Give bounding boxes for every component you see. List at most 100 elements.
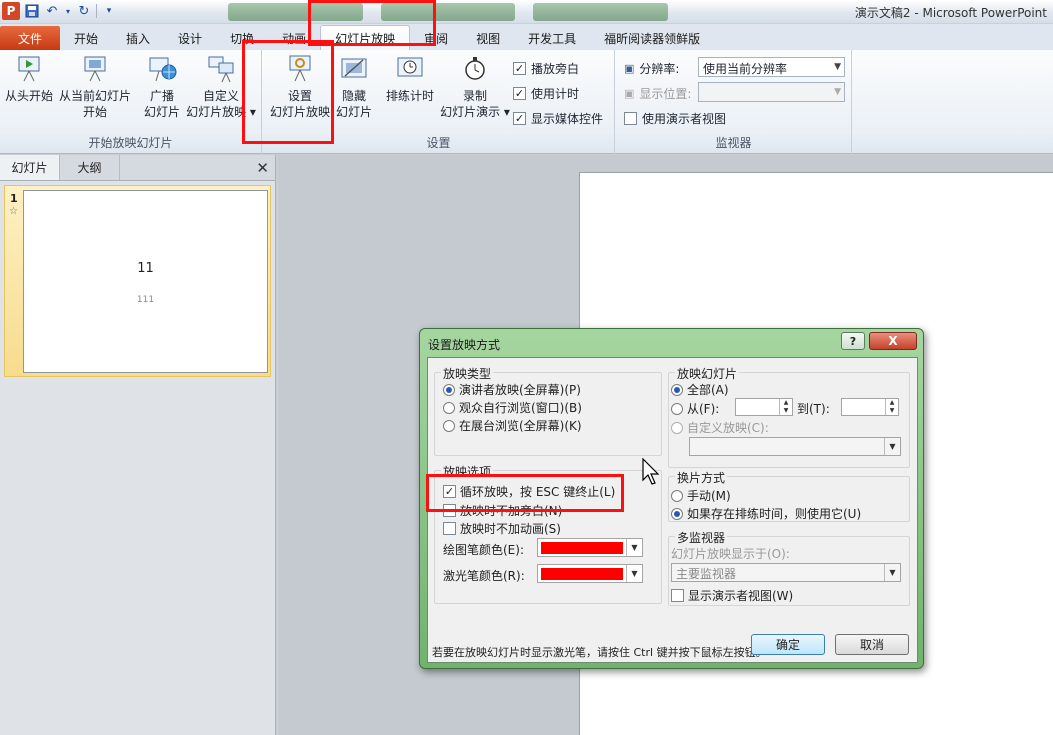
presenter-radio[interactable] — [443, 383, 455, 396]
laser-color-label: 激光笔颜色(R): — [443, 569, 525, 583]
group-monitors-label: 监视器 — [715, 136, 752, 150]
advance-slides-title: 换片方式 — [675, 469, 728, 486]
tab-insert[interactable]: 插入 — [112, 26, 164, 50]
advance-slides-group: 换片方式 手动(M) 如果存在排练时间，则使用它(U) — [668, 469, 910, 522]
slide-thumbnail-selected[interactable]: 1 ☆ 11 111 — [4, 185, 271, 377]
hide-slide-button[interactable]: 隐藏 幻灯片 — [333, 54, 375, 120]
kiosk-radio[interactable] — [443, 419, 455, 432]
presenter-option[interactable]: 演讲者放映(全屏幕)(P) — [443, 381, 581, 398]
no-animation-option[interactable]: 放映时不加动画(S) — [443, 520, 561, 537]
ribbon: 从头开始 从当前幻灯片 开始 广播 幻灯片 自定义 幻灯片放映 ▾ 开始放映幻灯… — [0, 50, 1053, 154]
chevron-down-icon: ▼ — [884, 438, 900, 455]
from-current-button[interactable]: 从当前幻灯片 开始 — [58, 54, 132, 120]
tab-developer[interactable]: 开发工具 — [514, 26, 590, 50]
laser-color-select[interactable]: ▼ — [537, 564, 643, 583]
manual-option[interactable]: 手动(M) — [671, 487, 731, 504]
help-icon[interactable]: ? — [841, 332, 865, 350]
kiosk-option[interactable]: 在展台浏览(全屏幕)(K) — [443, 417, 582, 434]
powerpoint-app-icon[interactable]: P — [2, 2, 20, 20]
presenter-label: 演讲者放映(全屏幕)(P) — [459, 383, 581, 397]
custom-show-select[interactable]: ▼ — [689, 437, 901, 456]
from-label: 从(F): — [687, 402, 720, 416]
broadcast-globe-icon — [146, 54, 178, 84]
thumbnail-subtitle: 111 — [136, 295, 155, 305]
show-presenter-view-checkbox[interactable] — [671, 589, 684, 602]
from-beginning-button[interactable]: 从头开始 — [4, 54, 54, 104]
resolution-icon: ▣ — [624, 62, 635, 75]
projector-current-icon — [79, 54, 111, 84]
undo-dropdown-icon[interactable]: ▾ — [64, 3, 72, 19]
chevron-down-icon: ▼ — [834, 62, 841, 72]
from-option[interactable]: 从(F): — [671, 400, 719, 417]
customize-icon[interactable]: ▾ — [101, 3, 117, 19]
all-slides-option[interactable]: 全部(A) — [671, 381, 729, 398]
from-current-label-2: 开始 — [82, 105, 107, 119]
custom-show-option[interactable]: 自定义放映(C): — [671, 419, 769, 436]
qat-separator — [96, 4, 97, 18]
all-slides-radio[interactable] — [671, 383, 683, 396]
no-animation-checkbox[interactable] — [443, 522, 456, 535]
redo-icon[interactable]: ↻ — [76, 3, 92, 19]
stepper-arrows-icon[interactable]: ▲ ▼ — [885, 399, 898, 415]
pen-color-select[interactable]: ▼ — [537, 538, 643, 557]
monitor-select[interactable]: 主要监视器 ▼ — [671, 563, 901, 582]
custom-show-icon — [205, 54, 237, 84]
tab-home[interactable]: 开始 — [60, 26, 112, 50]
browsed-individual-option[interactable]: 观众自行浏览(窗口)(B) — [443, 399, 582, 416]
play-narrations-checkbox[interactable]: ✓ 播放旁白 — [513, 60, 579, 77]
hide-slide-icon — [338, 54, 370, 84]
resolution-label: 分辨率: — [639, 62, 680, 76]
custom-show-radio[interactable] — [671, 421, 683, 434]
to-stepper[interactable]: ▲ ▼ — [841, 398, 899, 416]
use-timings-check[interactable]: ✓ — [513, 87, 526, 100]
close-button[interactable]: X — [869, 332, 917, 350]
slide-thumbnail[interactable]: 11 111 — [23, 190, 268, 373]
save-icon[interactable] — [24, 3, 40, 19]
cancel-button[interactable]: 取消 — [835, 634, 909, 655]
from-beginning-label: 从头开始 — [4, 89, 53, 103]
broadcast-button[interactable]: 广播 幻灯片 — [140, 54, 184, 120]
rehearse-timings-button[interactable]: 排练计时 — [381, 54, 439, 104]
show-media-controls-checkbox[interactable]: ✓ 显示媒体控件 — [513, 110, 603, 127]
chevron-down-icon: ▼ — [884, 564, 900, 581]
browsed-individual-label: 观众自行浏览(窗口)(B) — [459, 401, 582, 415]
resolution-select[interactable]: 使用当前分辨率 ▼ — [698, 57, 845, 77]
tab-foxit[interactable]: 福昕阅读器领鲜版 — [590, 26, 714, 50]
show-presenter-view-option[interactable]: 显示演示者视图(W) — [671, 587, 793, 604]
quick-access-toolbar: P ↶ ▾ ↻ ▾ — [2, 2, 117, 20]
custom-show-label: 自定义放映(C): — [687, 421, 769, 435]
presenter-view-check[interactable] — [624, 112, 637, 125]
tab-slides[interactable]: 幻灯片 — [0, 155, 60, 180]
manual-radio[interactable] — [671, 489, 683, 502]
group-start-label: 开始放映幻灯片 — [88, 136, 173, 150]
record-slide-show-button[interactable]: 录制 幻灯片演示 ▾ — [439, 54, 511, 120]
use-timings-option[interactable]: 如果存在排练时间，则使用它(U) — [671, 505, 861, 522]
from-radio[interactable] — [671, 402, 683, 415]
browsed-individual-radio[interactable] — [443, 401, 455, 414]
title-bar: P ↶ ▾ ↻ ▾ 演示文稿2 - Microsoft PowerPoint — [0, 0, 1053, 24]
show-media-controls-check[interactable]: ✓ — [513, 112, 526, 125]
laser-color-swatch — [541, 568, 623, 580]
from-stepper[interactable]: ▲ ▼ — [735, 398, 793, 416]
play-narrations-check[interactable]: ✓ — [513, 62, 526, 75]
pen-color-swatch — [541, 542, 623, 554]
tab-file[interactable]: 文件 — [0, 26, 61, 50]
dialog-title: 设置放映方式 — [428, 338, 501, 352]
display-on-select[interactable]: ▼ — [698, 82, 845, 102]
stepper-arrows-icon[interactable]: ▲ ▼ — [779, 399, 792, 415]
undo-icon[interactable]: ↶ — [44, 3, 60, 19]
pen-color-row: 绘图笔颜色(E): — [443, 541, 524, 558]
close-icon[interactable]: ✕ — [256, 159, 269, 177]
manual-label: 手动(M) — [687, 489, 731, 503]
show-type-group: 放映类型 演讲者放映(全屏幕)(P) 观众自行浏览(窗口)(B) 在展台浏览(全… — [434, 365, 662, 456]
projector-play-icon — [13, 54, 45, 84]
tab-design[interactable]: 设计 — [164, 26, 216, 50]
resolution-row: ▣ 分辨率: — [624, 60, 679, 77]
use-timings-checkbox[interactable]: ✓ 使用计时 — [513, 85, 579, 102]
tab-view[interactable]: 视图 — [462, 26, 514, 50]
tab-outline[interactable]: 大纲 — [60, 155, 120, 180]
show-type-title: 放映类型 — [441, 365, 494, 382]
use-timings-radio[interactable] — [671, 507, 683, 520]
presenter-view-checkbox[interactable]: 使用演示者视图 — [624, 110, 726, 127]
ok-button[interactable]: 确定 — [751, 634, 825, 655]
